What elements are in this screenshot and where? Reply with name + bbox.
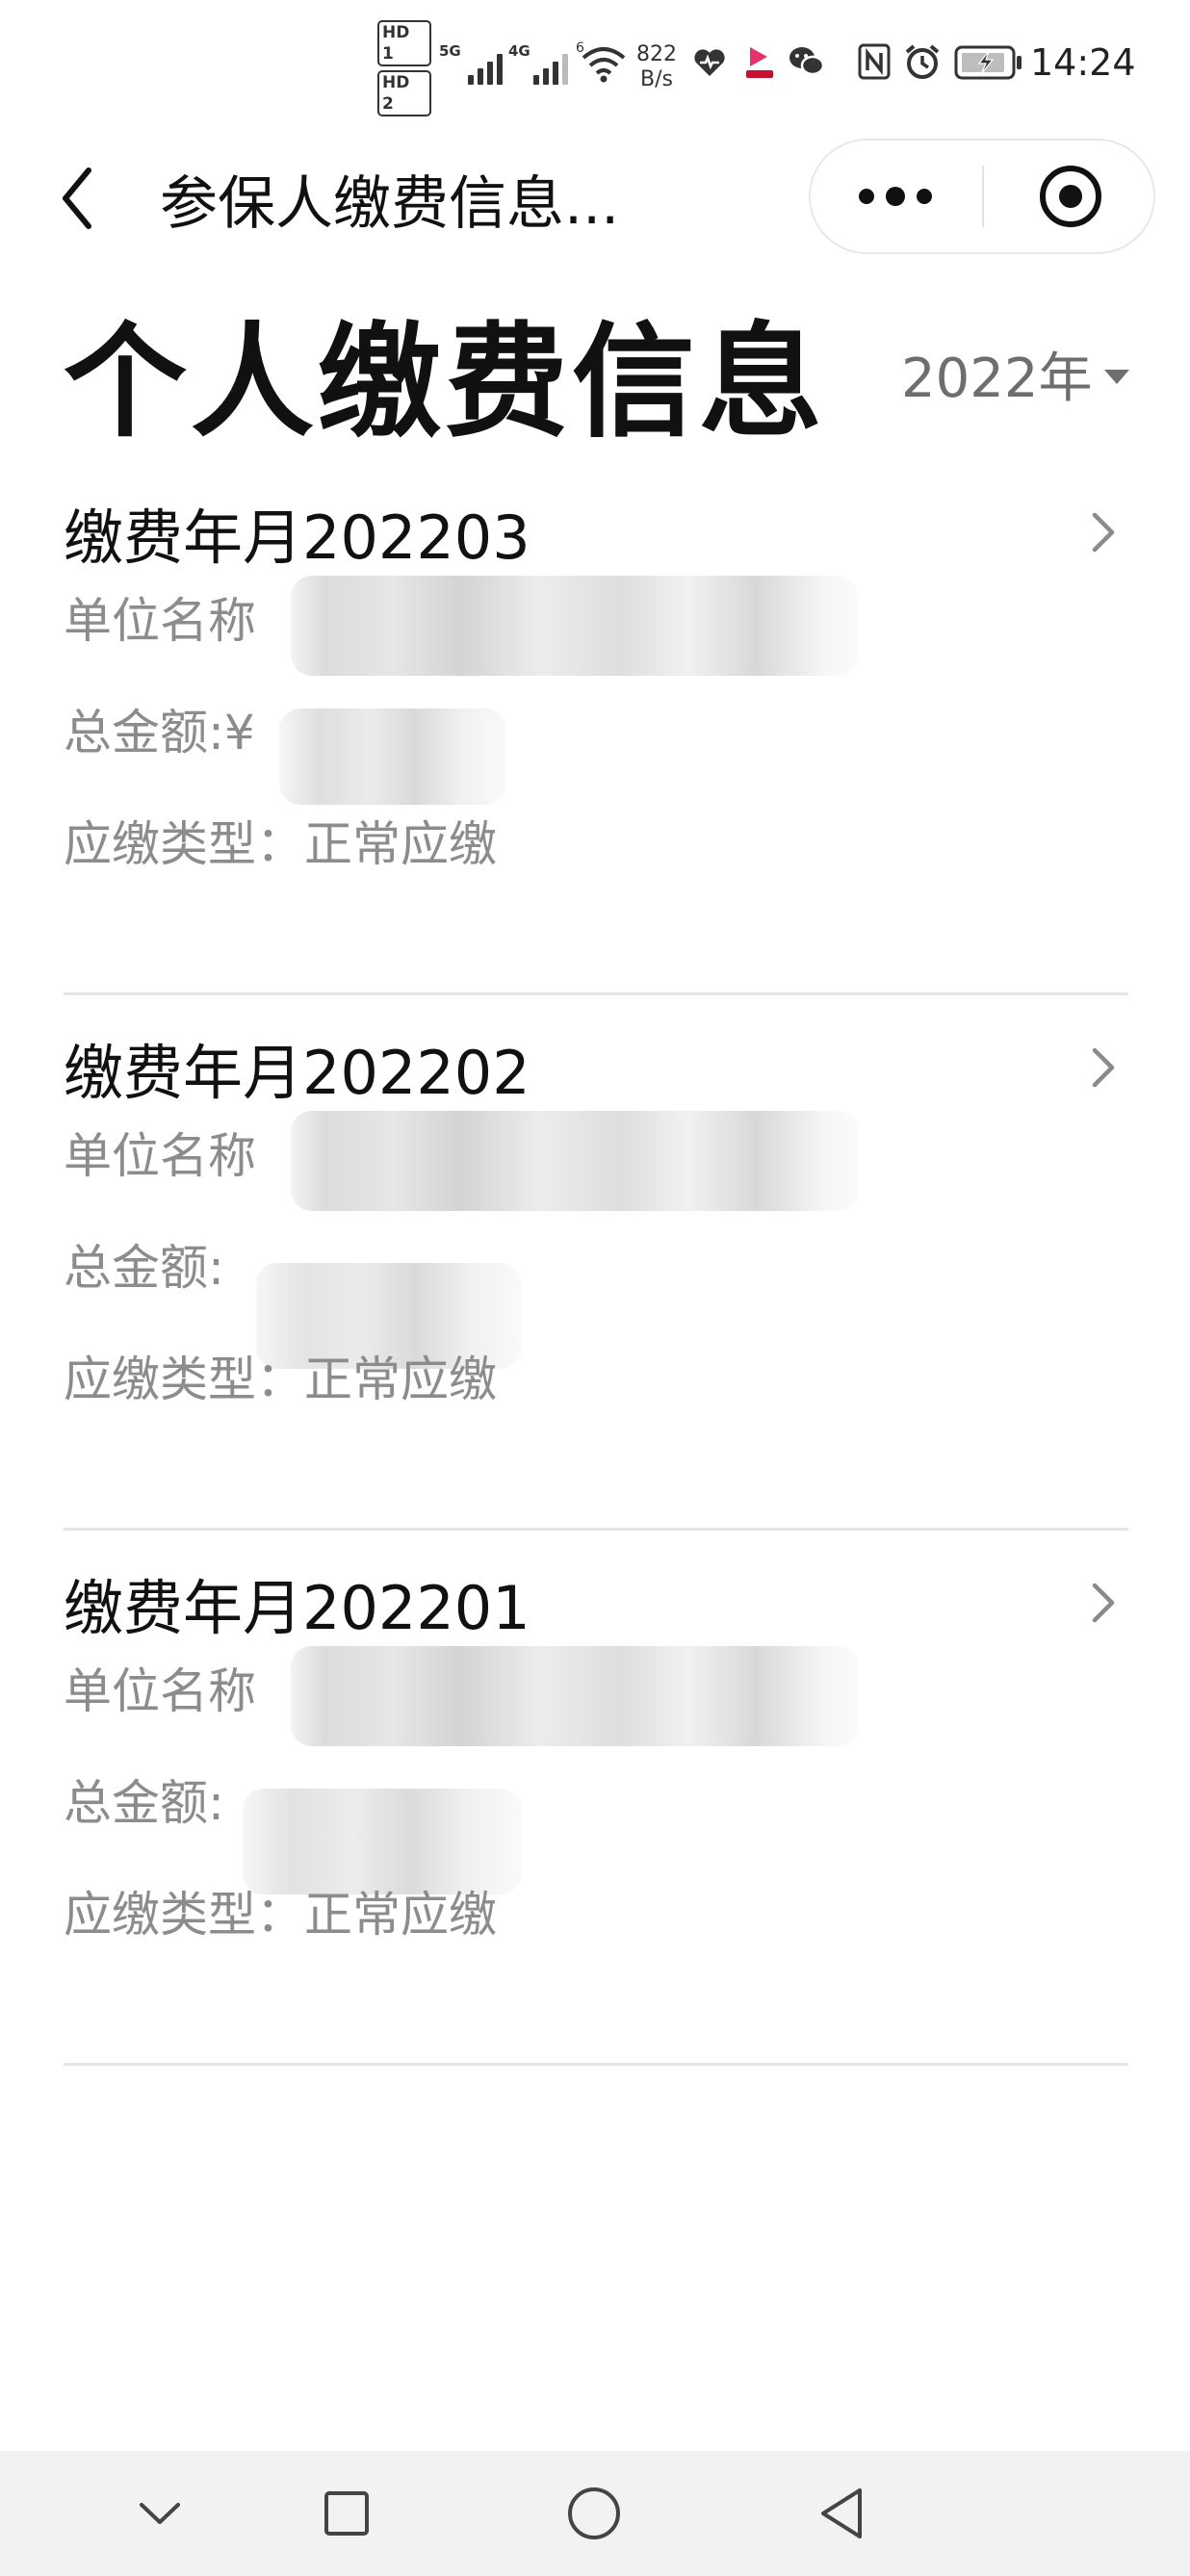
hd-icon: HD 1 HD 2 [377, 20, 431, 116]
back-triangle-icon [821, 2488, 862, 2538]
collapse-button[interactable] [121, 2480, 198, 2547]
signal-icon: 5G [439, 42, 503, 87]
heart-health-icon [689, 42, 730, 83]
record-title: 缴费年月202203 [64, 502, 530, 573]
chevron-right-icon [1082, 1042, 1125, 1094]
nfc-icon [855, 40, 893, 83]
home-button[interactable] [556, 2480, 633, 2547]
network-type-label: 5G [439, 42, 461, 60]
payment-type: 应缴类型：正常应缴 [64, 1887, 497, 1943]
speed-value: 822 [636, 42, 677, 66]
redacted-company-name [291, 1111, 859, 1211]
hd-badge: HD 1 [377, 20, 431, 66]
recent-apps-square-icon [324, 2491, 369, 2536]
payment-record[interactable]: 缴费年月202203 单位名称 总金额:¥ 应缴类型：正常应缴 [64, 460, 1128, 995]
mini-program-capsule [809, 139, 1155, 254]
back-button[interactable] [48, 160, 106, 237]
speed-unit: B/s [640, 67, 673, 91]
system-back-button[interactable] [803, 2480, 880, 2547]
amount-label: 总金额:¥ [64, 705, 255, 760]
capsule-divider [982, 166, 984, 227]
chevron-right-icon [1082, 506, 1125, 558]
payment-type: 应缴类型：正常应缴 [64, 816, 497, 872]
alarm-icon [901, 40, 944, 83]
nav-title: 参保人缴费信息... [160, 169, 620, 238]
payment-type: 应缴类型：正常应缴 [64, 1352, 497, 1407]
network-speed: 822 B/s [632, 37, 682, 98]
wifi-icon: 6 [576, 39, 628, 85]
company-label: 单位名称 [64, 593, 256, 649]
amount-label: 总金额: [64, 1240, 224, 1296]
system-navigation-bar [0, 2451, 1190, 2576]
more-dots-icon [859, 189, 874, 204]
home-circle-icon [568, 2487, 620, 2539]
record-title: 缴费年月202202 [64, 1038, 530, 1108]
close-button[interactable] [986, 141, 1155, 252]
record-title: 缴费年月202201 [64, 1573, 530, 1643]
redacted-company-name [291, 1646, 859, 1746]
close-target-icon [1040, 166, 1101, 227]
recent-apps-button[interactable] [308, 2480, 385, 2547]
redacted-company-name [291, 576, 859, 676]
signal-icon: 4G [508, 42, 568, 87]
company-label: 单位名称 [64, 1128, 256, 1184]
payment-record[interactable]: 缴费年月202202 单位名称 总金额: 应缴类型：正常应缴 [64, 995, 1128, 1531]
wifi-standard-label: 6 [576, 40, 584, 56]
company-label: 单位名称 [64, 1663, 256, 1719]
status-time: 14:24 [1030, 41, 1136, 84]
payment-record[interactable]: 缴费年月202201 单位名称 总金额: 应缴类型：正常应缴 [64, 1531, 1128, 2066]
more-button[interactable] [811, 141, 980, 252]
status-bar: HD 1 HD 2 5G 4G 6 822 B/s 14:24 [0, 0, 1190, 135]
back-arrow-icon [63, 167, 91, 229]
more-dots-icon [917, 189, 932, 204]
amount-label: 总金额: [64, 1775, 224, 1831]
chevron-right-icon [1082, 1577, 1125, 1629]
year-selector[interactable]: 2022年 [901, 335, 1129, 412]
year-selector-label: 2022年 [901, 347, 1093, 410]
hd-badge: HD 2 [377, 70, 431, 116]
app-badge-icon [739, 40, 780, 85]
network-type-label: 4G [508, 42, 530, 60]
redacted-amount [279, 708, 506, 805]
page-title: 个人缴费信息 [64, 310, 827, 454]
battery-charging-icon [953, 44, 1024, 81]
caret-down-icon [1103, 369, 1129, 384]
collapse-chevron-icon [140, 2503, 180, 2524]
more-dots-icon [886, 187, 905, 206]
divider [64, 2063, 1128, 2066]
wechat-icon [786, 40, 828, 83]
